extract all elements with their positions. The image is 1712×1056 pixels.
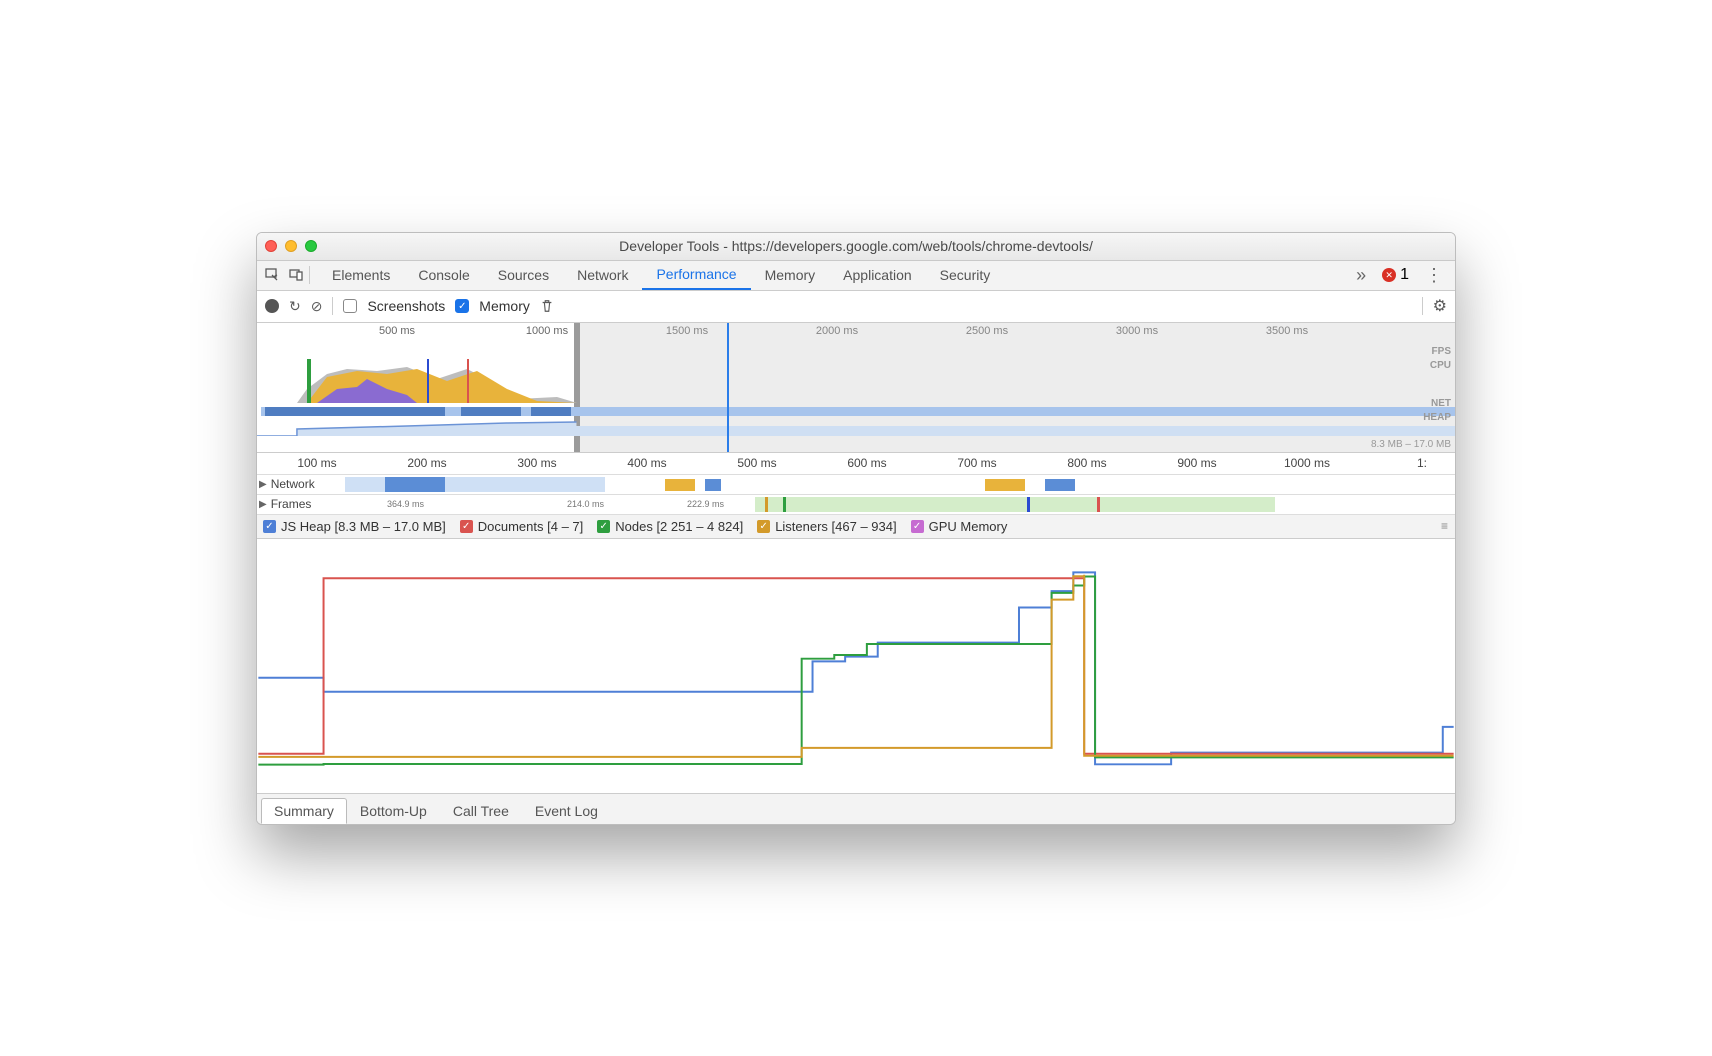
tab-summary[interactable]: Summary (261, 798, 347, 824)
frames-row-bars (345, 495, 1455, 514)
capture-settings-icon[interactable]: ⚙ (1433, 296, 1447, 316)
error-count-badge[interactable]: 1 (1382, 266, 1409, 284)
inspect-element-icon[interactable] (261, 263, 285, 287)
more-tabs-icon[interactable]: » (1348, 265, 1374, 286)
checkbox-icon (460, 520, 473, 533)
memory-label: Memory (479, 298, 530, 314)
overview-heap-range: 8.3 MB – 17.0 MB (1371, 439, 1451, 450)
divider (309, 266, 310, 284)
legend-gpu-memory[interactable]: GPU Memory (911, 519, 1008, 534)
window-titlebar: Developer Tools - https://developers.goo… (257, 233, 1455, 261)
tab-network[interactable]: Network (563, 260, 642, 290)
memory-legend: JS Heap [8.3 MB – 17.0 MB] Documents [4 … (257, 515, 1455, 539)
zoom-window-button[interactable] (305, 240, 317, 252)
devtools-tabbar: Elements Console Sources Network Perform… (257, 261, 1455, 291)
divider (332, 297, 333, 315)
tab-call-tree[interactable]: Call Tree (440, 798, 522, 824)
record-button[interactable] (265, 299, 279, 313)
frames-row-label: Frames (271, 497, 312, 511)
tab-elements[interactable]: Elements (318, 260, 404, 290)
tab-console[interactable]: Console (404, 260, 483, 290)
minimize-window-button[interactable] (285, 240, 297, 252)
network-track-row[interactable]: ▶ Network (257, 475, 1455, 495)
tab-security[interactable]: Security (926, 260, 1005, 290)
legend-jsheap[interactable]: JS Heap [8.3 MB – 17.0 MB] (263, 519, 446, 534)
gc-button[interactable] (540, 299, 554, 313)
clear-button[interactable]: ⊘ (311, 298, 323, 315)
divider (1422, 297, 1423, 315)
memory-checkbox[interactable] (455, 299, 469, 313)
screenshots-checkbox[interactable] (343, 299, 357, 313)
error-count: 1 (1400, 266, 1409, 284)
checkbox-icon (263, 520, 276, 533)
overview-playhead[interactable] (727, 323, 729, 452)
screenshots-label: Screenshots (367, 298, 445, 314)
tab-event-log[interactable]: Event Log (522, 798, 611, 824)
disclosure-triangle-icon[interactable]: ▶ (259, 479, 267, 490)
panel-tabs: Elements Console Sources Network Perform… (318, 260, 1348, 290)
device-toggle-icon[interactable] (285, 263, 309, 287)
checkbox-icon (597, 520, 610, 533)
legend-documents[interactable]: Documents [4 – 7] (460, 519, 584, 534)
tab-memory[interactable]: Memory (751, 260, 830, 290)
overview-timeline[interactable]: 500 ms 1000 ms 1500 ms 2000 ms 2500 ms 3… (257, 323, 1455, 453)
overview-heap-track (257, 414, 1455, 436)
legend-nodes[interactable]: Nodes [2 251 – 4 824] (597, 519, 743, 534)
traffic-lights (265, 240, 317, 252)
checkbox-icon (757, 520, 770, 533)
checkbox-icon (911, 520, 924, 533)
network-row-bars (345, 475, 1455, 494)
reload-record-button[interactable]: ↻ (289, 298, 301, 315)
close-window-button[interactable] (265, 240, 277, 252)
tab-performance[interactable]: Performance (642, 260, 750, 290)
overview-track-labels: FPS CPU NET HEAP (1423, 345, 1451, 425)
legend-listeners[interactable]: Listeners [467 – 934] (757, 519, 896, 534)
legend-menu-icon[interactable]: ≡ (1441, 519, 1449, 533)
disclosure-triangle-icon[interactable]: ▶ (259, 499, 267, 510)
tab-bottom-up[interactable]: Bottom-Up (347, 798, 440, 824)
devtools-window: Developer Tools - https://developers.goo… (256, 232, 1456, 825)
details-tabs: Summary Bottom-Up Call Tree Event Log (257, 794, 1455, 824)
frames-track-row[interactable]: ▶ Frames 364.9 ms 214.0 ms 222.9 ms (257, 495, 1455, 515)
settings-menu-icon[interactable]: ⋮ (1417, 265, 1451, 286)
overview-cpu-graph (257, 359, 577, 403)
network-row-label: Network (271, 477, 315, 491)
memory-chart[interactable] (257, 539, 1455, 794)
tab-sources[interactable]: Sources (484, 260, 563, 290)
error-icon (1382, 268, 1396, 282)
window-title: Developer Tools - https://developers.goo… (257, 238, 1455, 254)
detail-time-ruler[interactable]: 100 ms 200 ms 300 ms 400 ms 500 ms 600 m… (257, 453, 1455, 475)
performance-toolbar: ↻ ⊘ Screenshots Memory ⚙ (257, 291, 1455, 323)
tab-application[interactable]: Application (829, 260, 926, 290)
